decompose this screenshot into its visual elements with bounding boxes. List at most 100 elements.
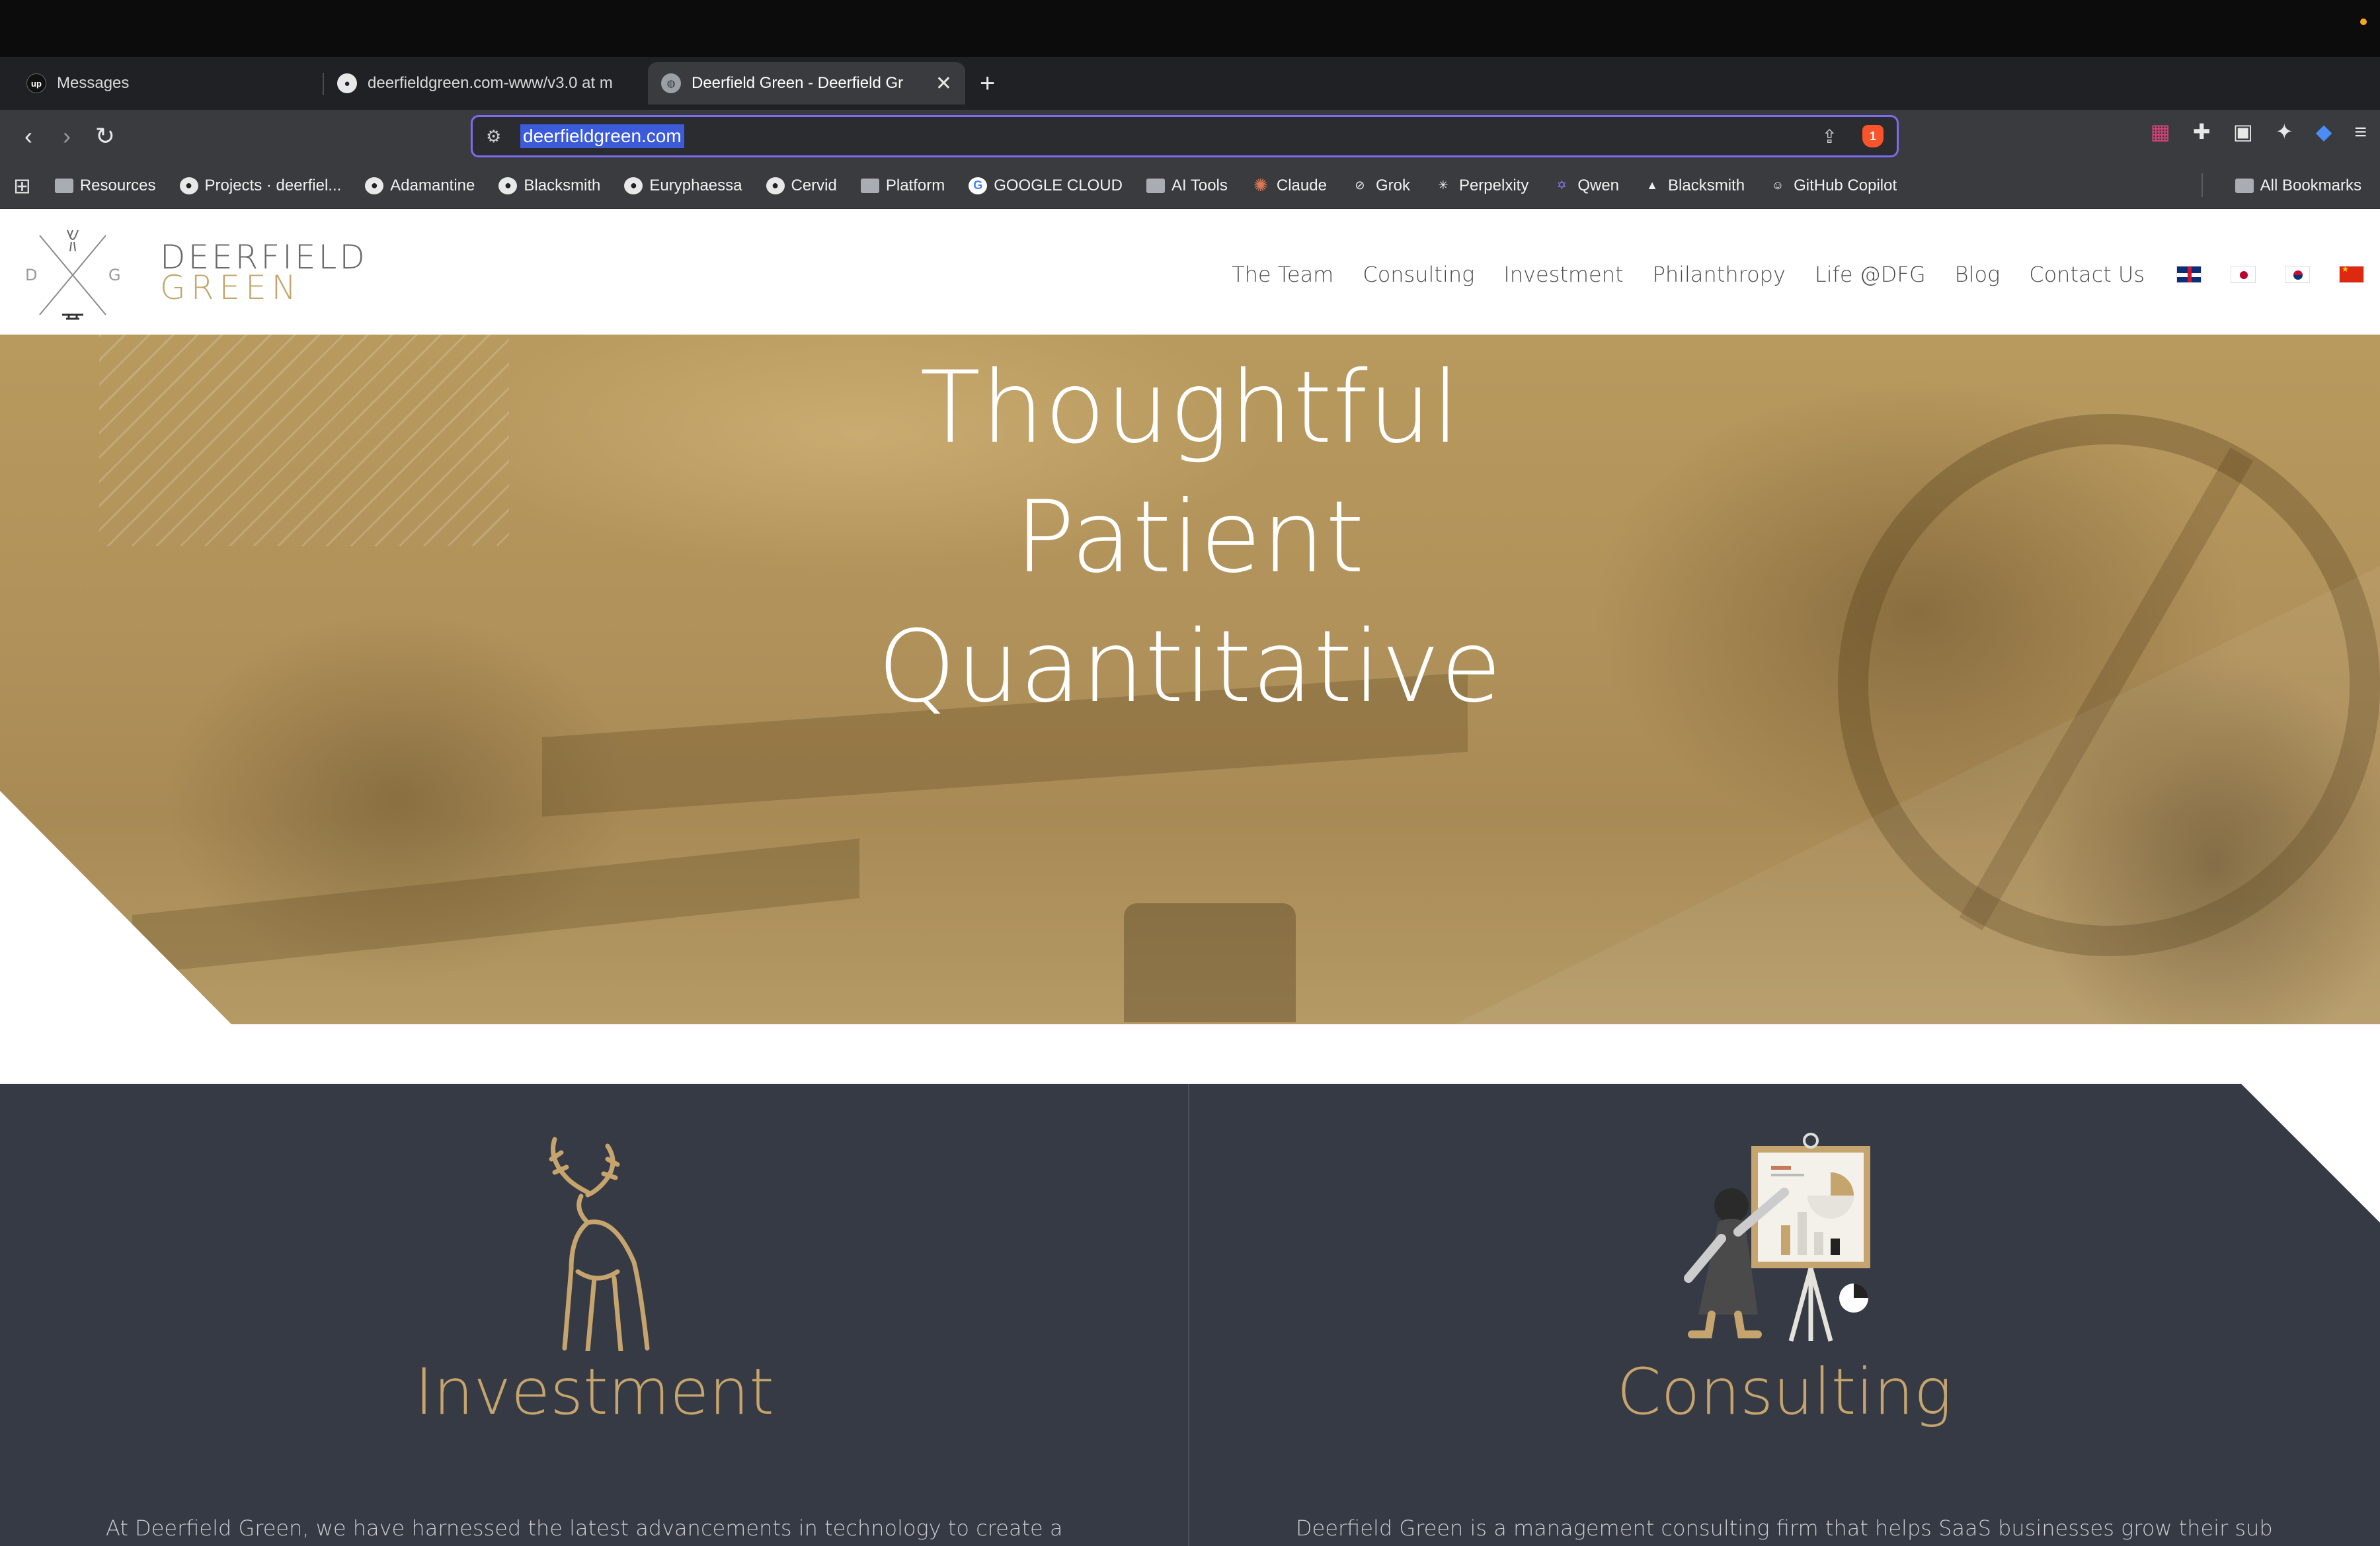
bookmark-ai-tools[interactable]: AI Tools xyxy=(1146,177,1228,195)
extensions-puzzle-icon[interactable]: ✚ xyxy=(2193,119,2211,144)
github-icon: ● xyxy=(498,177,518,194)
bookmark-label: Claude xyxy=(1276,176,1327,194)
github-icon: ● xyxy=(179,177,198,194)
perplexity-icon: ✳ xyxy=(1438,179,1448,192)
brave-shields-icon[interactable]: 1 xyxy=(1862,125,1884,147)
deerfield-logo-icon[interactable]: D G xyxy=(20,222,126,328)
services-section: Investment At Deerfield Green, we have h… xyxy=(0,1084,2380,1546)
bookmark-platform[interactable]: Platform xyxy=(860,176,945,195)
brand-line-2: GREEN xyxy=(160,268,302,307)
bookmark-euryphaessa[interactable]: ● Euryphaessa xyxy=(624,177,742,195)
toolbar-actions: ▦ ✚ ▣ ✦ ◆ ≡ xyxy=(2151,119,2367,144)
uk-flag-icon[interactable] xyxy=(2176,266,2202,283)
nav-blog[interactable]: Blog xyxy=(1955,262,2001,287)
github-icon: ● xyxy=(624,177,643,194)
github-icon: ● xyxy=(766,177,785,194)
tab-github[interactable]: ● deerfieldgreen.com-www/v3.0 at m xyxy=(324,62,648,104)
tab-title: deerfieldgreen.com-www/v3.0 at m xyxy=(368,74,613,92)
site-header: D G DEERFIELD GREEN The Team Consulting … xyxy=(0,209,2380,335)
bookmark-label: GitHub Copilot xyxy=(1794,176,1897,194)
bookmark-grok[interactable]: ⊘ Grok xyxy=(1351,177,1410,195)
bookmark-label: All Bookmarks xyxy=(2260,176,2361,194)
hero-banner: Thoughtful Patient Quantitative xyxy=(0,335,2380,1024)
bookmark-label: Euryphaessa xyxy=(649,176,742,194)
extension-icon[interactable]: ▦ xyxy=(2151,119,2170,144)
japan-flag-icon[interactable] xyxy=(2231,266,2256,283)
macos-menubar xyxy=(0,0,2380,57)
folder-icon xyxy=(54,178,73,193)
bookmark-perplexity[interactable]: ✳ Perpelxity xyxy=(1434,177,1528,195)
deer-icon xyxy=(549,1137,650,1351)
tab-strip: up Messages ● deerfieldgreen.com-www/v3.… xyxy=(0,57,2380,110)
svg-text:G: G xyxy=(108,266,121,284)
investment-description: At Deerfield Green, we have harnessed th… xyxy=(106,1516,1063,1541)
china-flag-icon[interactable] xyxy=(2339,266,2364,283)
bookmark-resources[interactable]: Resources xyxy=(54,176,156,195)
leo-ai-icon[interactable]: ✦ xyxy=(2276,119,2293,144)
grok-icon: ⊘ xyxy=(1355,179,1365,192)
korea-flag-icon[interactable] xyxy=(2285,266,2310,283)
investment-column: Investment At Deerfield Green, we have h… xyxy=(0,1084,1189,1546)
copilot-icon: ☺ xyxy=(1771,179,1784,192)
brand-wordmark[interactable]: DEERFIELD GREEN xyxy=(160,241,368,307)
bookmark-label: Blacksmith xyxy=(1668,176,1745,194)
nav-philanthropy[interactable]: Philanthropy xyxy=(1653,262,1786,287)
forward-icon[interactable]: › xyxy=(48,122,86,150)
menu-icon[interactable]: ≡ xyxy=(2354,120,2367,144)
globe-icon: ◍ xyxy=(661,73,681,93)
wallet-icon[interactable]: ◆ xyxy=(2316,119,2332,144)
language-flags xyxy=(2176,266,2364,283)
claude-icon: ✺ xyxy=(1253,175,1268,195)
back-icon[interactable]: ‹ xyxy=(9,122,48,150)
bookmarks-separator xyxy=(2202,173,2203,197)
share-icon[interactable]: ⇪ xyxy=(1822,126,1837,147)
github-icon: ● xyxy=(337,73,357,93)
main-nav: The Team Consulting Investment Philanthr… xyxy=(1232,262,2364,287)
bookmark-projects[interactable]: ● Projects · deerfiel... xyxy=(179,176,342,195)
webpage: D G DEERFIELD GREEN The Team Consulting … xyxy=(0,209,2380,1546)
bookmark-qwen[interactable]: ✡ Qwen xyxy=(1552,177,1619,195)
hero-word-quantitative: Quantitative xyxy=(877,610,1503,725)
bookmark-label: Qwen xyxy=(1577,176,1620,194)
tab-deerfield-active[interactable]: ◍ Deerfield Green - Deerfield Gr ✕ xyxy=(648,62,965,104)
notification-dot xyxy=(2360,19,2367,25)
nav-life-dfg[interactable]: Life @DFG xyxy=(1815,262,1926,287)
reload-icon[interactable]: ↻ xyxy=(86,122,124,150)
tab-messages[interactable]: up Messages xyxy=(13,62,324,104)
folder-icon xyxy=(1146,178,1165,193)
address-bar[interactable]: ⚙ deerfieldgreen.com ⇪ 1 xyxy=(471,115,1899,157)
nav-investment[interactable]: Investment xyxy=(1503,262,1623,287)
triangle-icon: ▲ xyxy=(1646,179,1658,192)
new-tab-button[interactable]: + xyxy=(980,69,995,99)
consulting-heading[interactable]: Consulting xyxy=(1190,1355,2379,1429)
tab-title: Deerfield Green - Deerfield Gr xyxy=(692,74,904,92)
bookmark-blacksmith[interactable]: ● Blacksmith xyxy=(498,177,600,195)
bookmark-github-copilot[interactable]: ☺ GitHub Copilot xyxy=(1768,177,1897,195)
url-text[interactable]: deerfieldgreen.com xyxy=(520,124,684,148)
bookmark-label: Resources xyxy=(79,176,156,194)
bookmark-blacksmith-2[interactable]: ▲ Blacksmith xyxy=(1643,177,1745,195)
reader-mode-icon[interactable]: ▣ xyxy=(2233,119,2253,144)
up-icon: up xyxy=(26,73,46,93)
bookmark-label: Platform xyxy=(885,176,945,194)
bookmark-google-cloud[interactable]: G GOOGLE CLOUD xyxy=(969,177,1123,195)
bookmark-cervid[interactable]: ● Cervid xyxy=(766,177,837,195)
folder-icon xyxy=(2235,178,2254,193)
site-settings-icon[interactable]: ⚙ xyxy=(486,126,512,147)
apps-grid-icon[interactable]: ⊞ xyxy=(13,173,31,198)
bookmark-claude[interactable]: ✺ Claude xyxy=(1251,175,1327,195)
investment-heading[interactable]: Investment xyxy=(0,1355,1189,1429)
bookmark-label: Projects · deerfiel... xyxy=(204,176,342,194)
presentation-icon xyxy=(1684,1133,1870,1342)
bookmark-label: Grok xyxy=(1375,176,1410,194)
hero-word-patient: Patient xyxy=(1015,480,1365,595)
close-tab-icon[interactable]: ✕ xyxy=(935,72,952,95)
qwen-icon: ✡ xyxy=(1556,179,1567,192)
hero-word-thoughtful: Thoughtful xyxy=(920,350,1460,466)
bookmark-label: AI Tools xyxy=(1171,176,1228,194)
all-bookmarks[interactable]: All Bookmarks xyxy=(2235,177,2361,195)
bookmark-adamantine[interactable]: ● Adamantine xyxy=(365,177,475,195)
nav-contact-us[interactable]: Contact Us xyxy=(2029,262,2145,287)
nav-consulting[interactable]: Consulting xyxy=(1363,262,1474,287)
nav-the-team[interactable]: The Team xyxy=(1232,262,1333,287)
